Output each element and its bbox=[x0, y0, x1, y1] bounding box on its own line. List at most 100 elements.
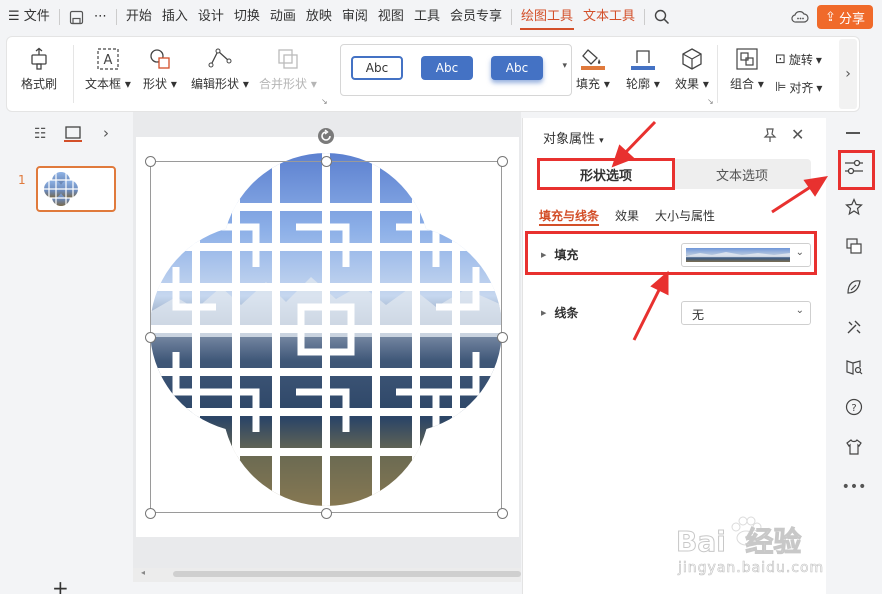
slide-view-icon[interactable] bbox=[64, 124, 82, 142]
style-outline[interactable]: Abc bbox=[351, 56, 403, 80]
shape-label: 形状 ▾ bbox=[143, 77, 177, 91]
shapes-icon[interactable] bbox=[842, 234, 866, 258]
menu-item-home[interactable]: 开始 bbox=[121, 0, 157, 34]
more-icon[interactable]: ⋯ bbox=[89, 0, 112, 34]
ribbon-scroll-right-button[interactable]: › bbox=[839, 39, 857, 109]
resize-handle[interactable] bbox=[321, 156, 332, 167]
tab-drawing-tools[interactable]: 绘图工具 bbox=[516, 0, 578, 34]
align-icon: ⊫ bbox=[775, 80, 787, 95]
resize-handle[interactable] bbox=[497, 156, 508, 167]
star-icon[interactable] bbox=[842, 195, 866, 219]
edit-shape-icon bbox=[208, 48, 232, 68]
textbox-icon: A bbox=[97, 48, 119, 70]
scroll-left-icon[interactable]: ◂ bbox=[141, 568, 145, 577]
style-filled[interactable]: Abc bbox=[421, 56, 473, 80]
divider bbox=[644, 9, 645, 25]
menu-item-insert[interactable]: 插入 bbox=[157, 0, 193, 34]
search-icon[interactable] bbox=[649, 0, 675, 34]
more-icon[interactable]: ••• bbox=[842, 475, 867, 499]
menu-item-tools[interactable]: 工具 bbox=[409, 0, 445, 34]
format-painter-icon bbox=[31, 47, 47, 70]
tab-text-options[interactable]: 文本选项 bbox=[675, 159, 809, 189]
slide-thumbnail[interactable] bbox=[36, 166, 116, 212]
divider bbox=[58, 9, 60, 25]
divider bbox=[115, 9, 117, 25]
chevron-right-icon: › bbox=[845, 66, 851, 82]
cloud-icon[interactable] bbox=[786, 0, 814, 34]
share-label: 分享 bbox=[838, 11, 865, 27]
minimize-icon[interactable] bbox=[846, 132, 860, 134]
outline-view-icon[interactable]: ☷ bbox=[34, 126, 47, 142]
menu-item-member[interactable]: 会员专享 bbox=[445, 0, 507, 34]
style-shadow[interactable]: Abc bbox=[491, 56, 543, 80]
panel-title[interactable]: 对象属性 ▾ bbox=[543, 128, 604, 147]
pin-icon[interactable] bbox=[763, 127, 777, 146]
shirt-icon[interactable] bbox=[842, 435, 866, 459]
properties-icon[interactable] bbox=[842, 155, 866, 179]
resize-handle[interactable] bbox=[145, 508, 156, 519]
slide[interactable] bbox=[136, 137, 519, 537]
dialog-launcher-icon[interactable]: ↘ bbox=[321, 97, 328, 106]
fill-button[interactable]: 填充 ▾ bbox=[576, 47, 610, 92]
fill-section-header[interactable]: ▶ 填充 bbox=[541, 246, 578, 263]
expand-icon: ▶ bbox=[541, 250, 547, 259]
edit-shape-button[interactable]: 编辑形状 ▾ bbox=[191, 47, 249, 92]
menu-item-transition[interactable]: 切换 bbox=[229, 0, 265, 34]
collapse-panel-icon[interactable]: › bbox=[103, 124, 109, 142]
animation-icon[interactable] bbox=[842, 275, 866, 299]
tab-shape-options[interactable]: 形状选项 bbox=[539, 159, 673, 189]
outline-label: 轮廓 ▾ bbox=[626, 77, 660, 91]
line-dropdown[interactable]: 无 ⌄ bbox=[681, 301, 811, 325]
fill-dropdown[interactable]: ⌄ bbox=[681, 243, 811, 267]
add-slide-icon[interactable]: + bbox=[52, 576, 69, 594]
rotate-handle-icon[interactable] bbox=[317, 127, 335, 145]
resize-handle[interactable] bbox=[145, 332, 156, 343]
align-button[interactable]: ⊫ 对齐 ▾ bbox=[775, 79, 822, 96]
shape-button[interactable]: 形状 ▾ bbox=[143, 47, 177, 92]
group-button[interactable]: 组合 ▾ bbox=[730, 47, 764, 92]
slide-number: 1 bbox=[18, 173, 26, 187]
close-icon[interactable]: ✕ bbox=[791, 125, 804, 144]
textbox-button[interactable]: A 文本框 ▾ bbox=[85, 47, 131, 92]
horizontal-scrollbar[interactable]: ◂ bbox=[133, 568, 521, 582]
menu-item-slideshow[interactable]: 放映 bbox=[301, 0, 337, 34]
help-icon[interactable]: ? bbox=[842, 395, 866, 419]
format-painter-button[interactable]: 格式刷 bbox=[21, 47, 57, 92]
tab-text-tools[interactable]: 文本工具 bbox=[578, 0, 640, 34]
resize-handle[interactable] bbox=[145, 156, 156, 167]
scrollbar-thumb[interactable] bbox=[173, 571, 521, 577]
resize-handle[interactable] bbox=[497, 332, 508, 343]
menu-bar: ☰ 文件 ⋯ 开始 插入 设计 切换 动画 放映 审阅 视图 工具 会员专享 绘… bbox=[0, 0, 882, 34]
subtab-fill-line[interactable]: 填充与线条 bbox=[539, 207, 599, 224]
rotate-label: 旋转 bbox=[788, 53, 813, 67]
menu-item-animation[interactable]: 动画 bbox=[265, 0, 301, 34]
save-icon[interactable] bbox=[64, 0, 89, 34]
fill-image-preview bbox=[686, 248, 790, 262]
resize-handle[interactable] bbox=[321, 508, 332, 519]
share-button[interactable]: ⇪ 分享 bbox=[817, 5, 873, 29]
rotate-icon: ⊡ bbox=[775, 52, 786, 67]
merge-shape-label: 合并形状 ▾ bbox=[259, 77, 317, 91]
share-icon: ⇪ bbox=[825, 9, 836, 25]
selection-frame bbox=[150, 161, 502, 513]
outline-button[interactable]: 轮廓 ▾ bbox=[626, 47, 660, 92]
file-menu[interactable]: ☰ 文件 bbox=[0, 0, 55, 34]
menu-item-review[interactable]: 审阅 bbox=[337, 0, 373, 34]
divider bbox=[510, 9, 512, 25]
menu-item-view[interactable]: 视图 bbox=[373, 0, 409, 34]
gallery-more-icon[interactable]: ▾ bbox=[562, 61, 567, 71]
chevron-down-icon: ▾ bbox=[599, 136, 604, 146]
subtab-effects[interactable]: 效果 bbox=[615, 207, 639, 224]
rotate-button[interactable]: ⊡ 旋转 ▾ bbox=[775, 51, 822, 68]
merge-shape-button[interactable]: 合并形状 ▾ bbox=[259, 47, 317, 92]
chevron-down-icon: ⌄ bbox=[795, 247, 804, 258]
effect-button[interactable]: 效果 ▾ bbox=[675, 47, 709, 92]
effect-icon bbox=[682, 48, 702, 70]
tools-icon[interactable] bbox=[842, 315, 866, 339]
book-search-icon[interactable] bbox=[842, 355, 866, 379]
dialog-launcher-icon[interactable]: ↘ bbox=[707, 97, 714, 106]
resize-handle[interactable] bbox=[497, 508, 508, 519]
line-section-header[interactable]: ▶ 线条 bbox=[541, 304, 578, 321]
menu-item-design[interactable]: 设计 bbox=[193, 0, 229, 34]
subtab-size-properties[interactable]: 大小与属性 bbox=[655, 207, 715, 224]
